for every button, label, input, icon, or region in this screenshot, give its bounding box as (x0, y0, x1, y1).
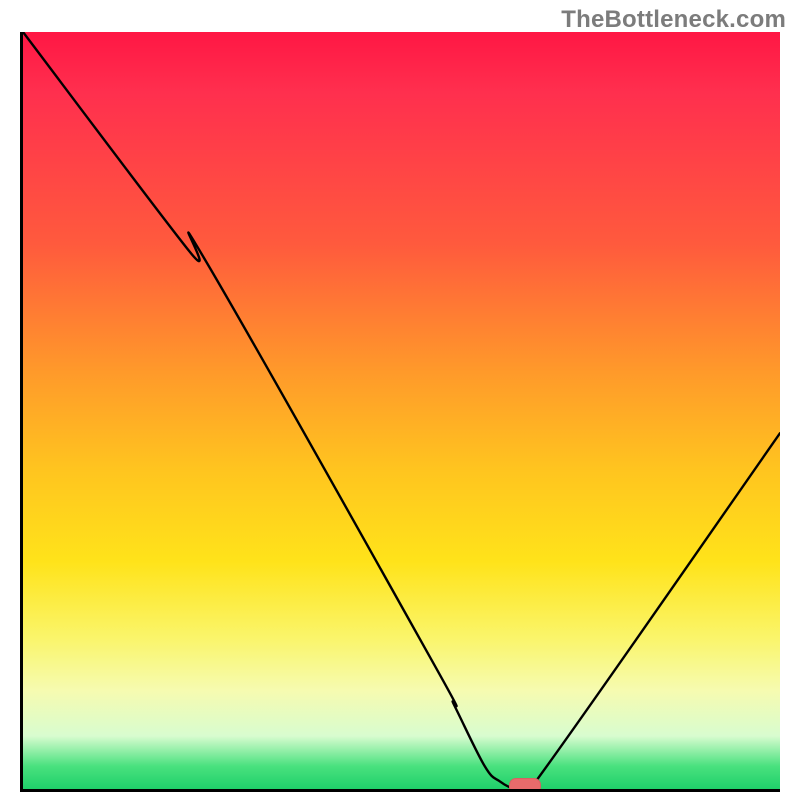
plot-area (20, 32, 780, 792)
bottleneck-marker (509, 778, 541, 792)
watermark-text: TheBottleneck.com (561, 6, 786, 34)
chart-line-curve (23, 32, 780, 789)
chart-container: TheBottleneck.com (0, 0, 800, 800)
